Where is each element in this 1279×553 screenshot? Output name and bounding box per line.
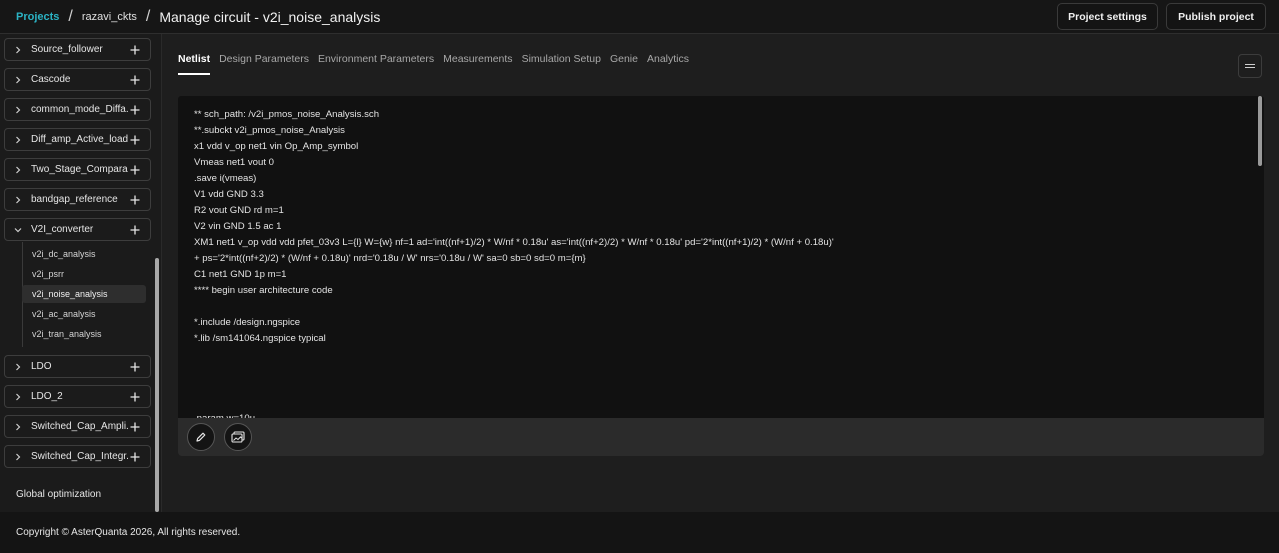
sidebar-subitem[interactable]: v2i_ac_analysis xyxy=(22,305,146,323)
sidebar-item[interactable]: Two_Stage_Compara... xyxy=(4,158,151,181)
netlist-line: **** begin user architecture code xyxy=(194,285,333,296)
chevron-right-icon[interactable] xyxy=(14,393,22,401)
edit-netlist-button[interactable] xyxy=(187,423,215,451)
tab-analytics[interactable]: Analytics xyxy=(647,53,689,75)
breadcrumb-separator: / xyxy=(145,7,151,25)
sidebar-item[interactable]: Diff_amp_Active_load xyxy=(4,128,151,151)
netlist-line: V2 vin GND 1.5 ac 1 xyxy=(194,221,282,232)
netlist-line: *.lib /sm141064.ngspice typical xyxy=(194,333,326,344)
sidebar-item[interactable]: LDO xyxy=(4,355,151,378)
image-gallery-icon xyxy=(231,431,245,443)
tab-design-parameters[interactable]: Design Parameters xyxy=(219,53,309,75)
add-icon[interactable] xyxy=(128,165,142,175)
netlist-line: **.subckt v2i_pmos_noise_Analysis xyxy=(194,125,345,136)
netlist-line: .save i(vmeas) xyxy=(194,173,257,184)
chevron-right-icon[interactable] xyxy=(14,106,22,114)
sidebar-item-label: Switched_Cap_Ampli... xyxy=(31,421,128,432)
add-icon[interactable] xyxy=(128,195,142,205)
netlist-editor[interactable]: ** sch_path: /v2i_pmos_noise_Analysis.sc… xyxy=(178,96,1264,418)
breadcrumb-separator: / xyxy=(68,7,73,25)
sidebar-item-label: Cascode xyxy=(31,74,71,85)
add-icon[interactable] xyxy=(128,422,142,432)
sidebar-item-label: Diff_amp_Active_load xyxy=(31,134,128,145)
menu-icon xyxy=(1245,64,1255,65)
chevron-right-icon[interactable] xyxy=(14,363,22,371)
sidebar-item-label: LDO xyxy=(31,361,52,372)
project-settings-button[interactable]: Project settings xyxy=(1057,3,1158,30)
circuit-tabs: Netlist Design Parameters Environment Para… xyxy=(178,53,698,75)
chevron-right-icon[interactable] xyxy=(14,166,22,174)
sidebar-item[interactable]: bandgap_reference xyxy=(4,188,151,211)
chevron-down-icon[interactable] xyxy=(14,226,22,234)
sidebar-item-label: LDO_2 xyxy=(31,391,63,402)
add-icon[interactable] xyxy=(128,75,142,85)
netlist-line: R2 vout GND rd m=1 xyxy=(194,205,284,216)
breadcrumb-project-link[interactable]: razavi_ckts xyxy=(82,11,137,23)
tab-measurements[interactable]: Measurements xyxy=(443,53,512,75)
add-icon[interactable] xyxy=(128,452,142,462)
top-header: Projects / razavi_ckts / Manage circuit … xyxy=(0,0,1279,34)
page-title: Manage circuit - v2i_noise_analysis xyxy=(159,8,381,25)
view-schematic-button[interactable] xyxy=(224,423,252,451)
sidebar-subitem[interactable]: v2i_tran_analysis xyxy=(22,325,146,343)
tab-environment-parameters[interactable]: Environment Parameters xyxy=(318,53,434,75)
add-icon[interactable] xyxy=(128,135,142,145)
publish-project-button[interactable]: Publish project xyxy=(1166,3,1266,30)
add-icon[interactable] xyxy=(128,45,142,55)
pencil-icon xyxy=(196,432,206,442)
netlist-line: V1 vdd GND 3.3 xyxy=(194,189,264,200)
menu-toggle-button[interactable] xyxy=(1238,54,1262,78)
add-icon[interactable] xyxy=(128,105,142,115)
chevron-right-icon[interactable] xyxy=(14,453,22,461)
chevron-right-icon[interactable] xyxy=(14,136,22,144)
breadcrumb-projects-link[interactable]: Projects xyxy=(16,11,59,23)
sidebar-item-label: Switched_Cap_Integr... xyxy=(31,451,128,462)
sidebar-item[interactable]: common_mode_Diffa... xyxy=(4,98,151,121)
global-optimization-link[interactable]: Global optimization xyxy=(16,489,101,500)
netlist-line: XM1 net1 v_op vdd vdd pfet_03v3 L={l} W=… xyxy=(194,237,834,248)
add-icon[interactable] xyxy=(128,362,142,372)
circuit-sidebar: Source_follower Cascode common_mode_Diffa.… xyxy=(0,34,162,512)
sidebar-item[interactable]: V2I_converter xyxy=(4,218,151,241)
tab-simulation-setup[interactable]: Simulation Setup xyxy=(522,53,601,75)
sidebar-item[interactable]: Source_follower xyxy=(4,38,151,61)
editor-scrollbar[interactable] xyxy=(1258,96,1262,166)
tab-genie[interactable]: Genie xyxy=(610,53,638,75)
sidebar-item-label: Two_Stage_Compara... xyxy=(31,164,128,175)
sidebar-item-label: Source_follower xyxy=(31,44,103,55)
editor-toolbar xyxy=(178,418,1264,456)
netlist-line: *.include /design.ngspice xyxy=(194,317,301,328)
sidebar-item[interactable]: LDO_2 xyxy=(4,385,151,408)
add-icon[interactable] xyxy=(128,225,142,235)
sidebar-item-label: V2I_converter xyxy=(31,224,94,235)
netlist-line: ** sch_path: /v2i_pmos_noise_Analysis.sc… xyxy=(194,109,380,120)
add-icon[interactable] xyxy=(128,392,142,402)
sidebar-subitem[interactable]: v2i_psrr xyxy=(22,265,146,283)
sidebar-item-label: common_mode_Diffa... xyxy=(31,104,128,115)
sidebar-subitem[interactable]: v2i_dc_analysis xyxy=(22,245,146,263)
footer: Copyright © AsterQuanta 2026, All rights… xyxy=(0,512,1279,553)
copyright-text: Copyright © AsterQuanta 2026, All rights… xyxy=(16,527,241,538)
sidebar-subitem[interactable]: v2i_noise_analysis xyxy=(22,285,146,303)
tab-netlist[interactable]: Netlist xyxy=(178,53,211,75)
sidebar-item-label: bandgap_reference xyxy=(31,194,118,205)
chevron-right-icon[interactable] xyxy=(14,423,22,431)
chevron-right-icon[interactable] xyxy=(14,76,22,84)
sidebar-item[interactable]: Switched_Cap_Integr... xyxy=(4,445,151,468)
sidebar-item[interactable]: Switched_Cap_Ampli... xyxy=(4,415,151,438)
sidebar-scrollbar[interactable] xyxy=(155,258,159,512)
netlist-line: C1 net1 GND 1p m=1 xyxy=(194,269,287,280)
chevron-right-icon[interactable] xyxy=(14,196,22,204)
sidebar-item[interactable]: Cascode xyxy=(4,68,151,91)
netlist-line: x1 vdd v_op net1 vin Op_Amp_symbol xyxy=(194,141,359,152)
netlist-line: Vmeas net1 vout 0 xyxy=(194,157,274,168)
chevron-right-icon[interactable] xyxy=(14,46,22,54)
netlist-line: + ps='2*int((nf+2)/2) * (W/nf + 0.18u)' … xyxy=(194,253,586,264)
